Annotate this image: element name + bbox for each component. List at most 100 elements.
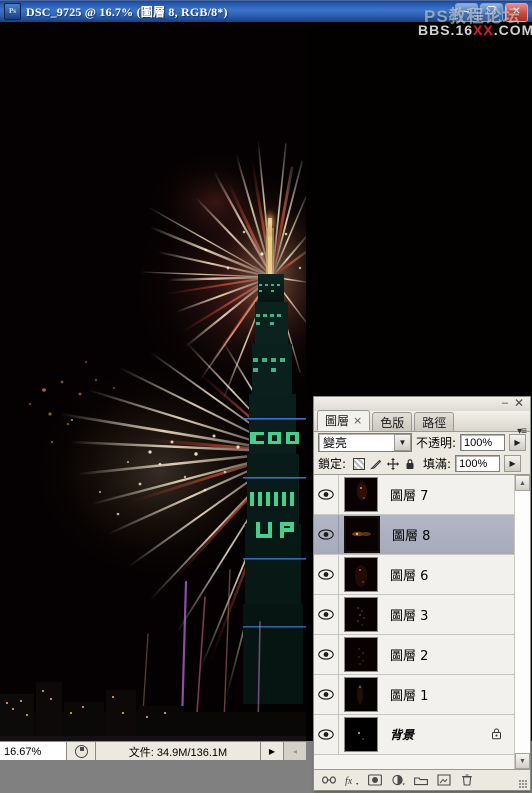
eye-icon xyxy=(318,649,334,660)
layer-visibility-toggle[interactable] xyxy=(314,515,339,554)
fill-input[interactable]: 100% xyxy=(455,455,501,472)
layer-name: 圖層 1 xyxy=(390,689,429,704)
eye-icon xyxy=(318,529,334,540)
eye-icon xyxy=(318,609,334,620)
layer-visibility-toggle[interactable] xyxy=(314,635,339,674)
timing-indicator[interactable] xyxy=(67,742,96,761)
clock-icon xyxy=(74,745,88,758)
zoom-level-field[interactable]: 16.67% xyxy=(0,742,67,761)
layer-thumbnail[interactable] xyxy=(344,516,380,553)
document-title: DSC_9725 @ 16.7% (圖層 8, RGB/8*) xyxy=(26,4,228,19)
lock-buttons xyxy=(350,457,419,470)
close-button[interactable]: ✕ xyxy=(505,3,528,22)
layer-thumbnail[interactable] xyxy=(344,597,378,632)
opacity-input[interactable]: 100% xyxy=(460,434,505,451)
background-lock-icon xyxy=(491,727,502,742)
chevron-down-icon: ▼ xyxy=(519,757,526,765)
document-titlebar[interactable]: Ps DSC_9725 @ 16.7% (圖層 8, RGB/8*) – ❐ ✕ xyxy=(0,0,532,22)
opacity-label: 不透明: xyxy=(415,436,456,450)
opacity-value: 100% xyxy=(464,436,493,449)
tab-close-icon[interactable]: × xyxy=(353,414,362,427)
layer-thumbnail[interactable] xyxy=(344,637,378,672)
tab-layers-label: 圖層 xyxy=(325,414,350,428)
lock-fill-row: 鎖定: 填滿: 100% ▶ xyxy=(314,453,530,474)
chevron-down-icon[interactable]: ▼ xyxy=(393,434,411,451)
layer-visibility-toggle[interactable] xyxy=(314,595,339,634)
table-row[interactable]: 圖層 7 xyxy=(314,475,514,515)
tab-paths[interactable]: 路徑 xyxy=(414,412,455,431)
panel-close-button[interactable]: ✕ xyxy=(514,397,524,409)
panel-menu-button[interactable]: ▾≡ xyxy=(517,427,527,437)
layer-mask-icon[interactable] xyxy=(368,773,382,787)
table-row[interactable]: 圖層 6 xyxy=(314,555,514,595)
panel-minimize-button[interactable]: – xyxy=(502,397,508,409)
fill-value: 100% xyxy=(459,457,488,470)
status-secondary-button[interactable]: ◂ xyxy=(284,742,306,761)
layer-visibility-toggle[interactable] xyxy=(314,675,339,714)
svg-text:fx: fx xyxy=(345,776,353,786)
delete-layer-icon[interactable] xyxy=(460,773,474,787)
scrollbar-track[interactable] xyxy=(515,491,530,753)
blend-opacity-row: 變亮 ▼ 不透明: 100% ▶ xyxy=(314,432,530,453)
scroll-up-button[interactable]: ▲ xyxy=(515,475,530,491)
link-layers-icon[interactable] xyxy=(322,773,336,787)
layer-list-scrollbar[interactable]: ▲ ▼ xyxy=(514,475,530,769)
photo-artwork xyxy=(0,22,306,741)
layer-thumbnail[interactable] xyxy=(344,677,378,712)
lock-transparent-pixels-icon[interactable] xyxy=(353,457,366,470)
play-arrow-icon: ▶ xyxy=(268,747,276,756)
new-layer-icon[interactable] xyxy=(437,773,451,787)
tab-channels-label: 色版 xyxy=(380,415,405,430)
layer-name: 圖層 3 xyxy=(390,609,429,624)
lock-image-pixels-brush-icon[interactable] xyxy=(370,458,382,470)
eye-icon xyxy=(318,729,334,740)
layer-visibility-toggle[interactable] xyxy=(314,555,339,594)
lock-position-move-icon[interactable] xyxy=(387,457,400,470)
layers-panel: – ✕ 圖層 × 色版 路徑 ▾≡ 變亮 ▼ 不透明: 100% ▶ 鎖定: 填… xyxy=(313,396,531,791)
layer-thumbnail[interactable] xyxy=(344,717,378,752)
layer-visibility-toggle[interactable] xyxy=(314,715,339,754)
adjustment-layer-icon[interactable] xyxy=(391,773,405,787)
eye-icon xyxy=(318,569,334,580)
tab-paths-label: 路徑 xyxy=(422,415,447,430)
eye-icon xyxy=(318,689,334,700)
photoshop-app-icon: Ps xyxy=(4,2,21,20)
panel-resize-grip[interactable] xyxy=(519,780,528,789)
document-size-info[interactable]: 文件: 34.9M/136.1M xyxy=(96,742,261,761)
tab-layers[interactable]: 圖層 × xyxy=(317,410,371,431)
maximize-icon: ❐ xyxy=(487,5,496,17)
zoom-level-value: 16.67% xyxy=(4,745,42,758)
blend-mode-value: 變亮 xyxy=(323,436,348,450)
layer-name: 背景 xyxy=(390,728,415,742)
table-row[interactable]: 圖層 8 xyxy=(314,515,514,555)
lock-all-padlock-icon[interactable] xyxy=(404,458,416,470)
panel-titlebar[interactable]: – ✕ xyxy=(314,397,530,411)
eye-icon xyxy=(318,489,334,500)
layer-name: 圖層 8 xyxy=(392,529,431,544)
table-row[interactable]: 圖層 2 xyxy=(314,635,514,675)
layer-name: 圖層 2 xyxy=(390,649,429,664)
table-row[interactable]: 圖層 1 xyxy=(314,675,514,715)
scroll-down-button[interactable]: ▼ xyxy=(515,753,530,769)
layer-name: 圖層 7 xyxy=(390,489,429,504)
maximize-button[interactable]: ❐ xyxy=(480,3,503,22)
table-row[interactable]: 背景 xyxy=(314,715,514,755)
layer-thumbnail[interactable] xyxy=(344,477,378,512)
layers-panel-toolbar: fx xyxy=(314,769,530,790)
lock-label: 鎖定: xyxy=(318,457,347,471)
blend-mode-select[interactable]: 變亮 ▼ xyxy=(318,433,412,452)
minimize-icon: – xyxy=(463,5,470,17)
fill-slider-button[interactable]: ▶ xyxy=(504,455,522,472)
layer-list[interactable]: 圖層 7 圖層 8 圖層 6 圖層 3 圖層 2 圖層 1 背景 xyxy=(314,475,514,769)
layer-thumbnail[interactable] xyxy=(344,557,378,592)
close-icon: ✕ xyxy=(512,5,521,17)
layer-visibility-toggle[interactable] xyxy=(314,475,339,514)
new-group-icon[interactable] xyxy=(414,773,428,787)
layer-list-container: 圖層 7 圖層 8 圖層 6 圖層 3 圖層 2 圖層 1 背景 ▲ ▼ xyxy=(314,474,530,769)
minimize-button[interactable]: – xyxy=(455,3,478,22)
layer-style-fx-icon[interactable]: fx xyxy=(345,773,359,787)
table-row[interactable]: 圖層 3 xyxy=(314,595,514,635)
status-expand-button[interactable]: ▶ xyxy=(261,742,284,761)
tab-channels[interactable]: 色版 xyxy=(372,412,413,431)
fill-label: 填滿: xyxy=(423,457,452,471)
